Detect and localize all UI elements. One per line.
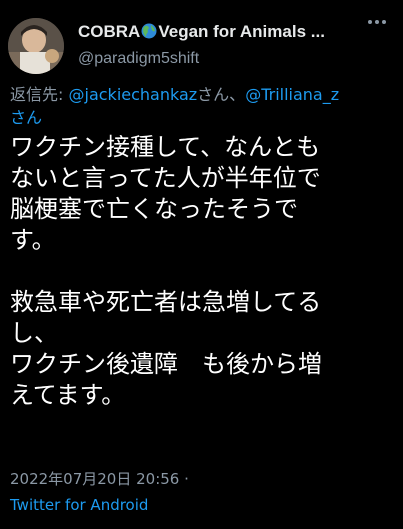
author-name-prefix: COBRA: [78, 22, 141, 41]
tweet-text: ワクチン接種して、なんとも ないと言ってた人が半年位で 脳梗塞で亡くなったそうで…: [10, 132, 398, 411]
reply-separator: さん、: [197, 85, 246, 104]
author-name[interactable]: COBRA Vegan for Animals ...: [78, 22, 395, 42]
reply-to: 返信先: @jackiechankazさん、@Trilliana_z さん: [10, 83, 390, 129]
tweet-line: し、: [10, 319, 58, 347]
tweet-line: ワクチン後遺障 も後から増: [10, 350, 322, 378]
author-handle[interactable]: @paradigm5shift: [78, 50, 199, 68]
tweet-header: COBRA Vegan for Animals ... @paradigm5shi…: [8, 8, 395, 74]
globe-americas-icon: [141, 23, 157, 39]
tweet-line: 救急車や死亡者は急増してる: [10, 288, 322, 316]
avatar-image: [8, 18, 64, 74]
tweet-line: ワクチン接種して、なんとも: [10, 133, 321, 161]
mention-link[interactable]: @Trilliana_z: [245, 85, 339, 104]
avatar[interactable]: [8, 18, 64, 74]
tweet-source-link[interactable]: Twitter for Android: [10, 496, 148, 514]
reply-suffix: さん: [10, 108, 43, 127]
tweet-line: す。: [10, 226, 56, 254]
tweet-line: 脳梗塞で亡くなったそうで: [10, 195, 298, 223]
tweet-timestamp[interactable]: 2022年07月20日 20:56 ·: [10, 468, 189, 489]
mention-link[interactable]: @jackiechankaz: [69, 85, 198, 104]
tweet-line: えてます。: [10, 381, 126, 409]
author-name-suffix: Vegan for Animals ...: [158, 22, 325, 41]
reply-label: 返信先:: [10, 85, 64, 104]
more-options-icon[interactable]: [363, 12, 391, 32]
tweet-line: ないと言ってた人が半年位で: [10, 164, 321, 192]
